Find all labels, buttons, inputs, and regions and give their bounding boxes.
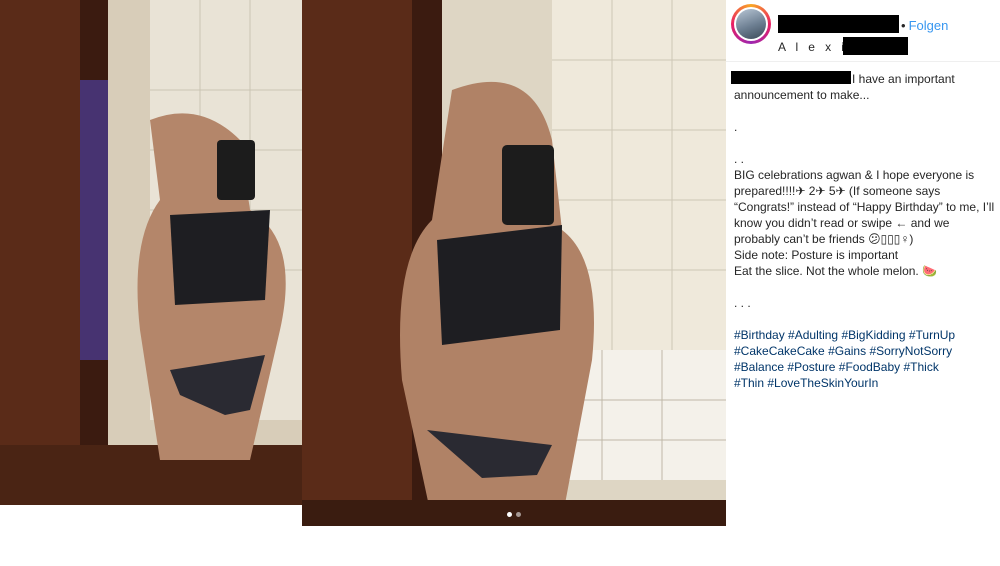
redacted-location bbox=[843, 37, 908, 55]
hashtag-link[interactable]: #Gains bbox=[828, 344, 866, 358]
avatar[interactable] bbox=[731, 4, 771, 44]
follow-label: Folgen bbox=[908, 18, 949, 33]
caption-posture-note: Side note: Posture is important bbox=[734, 248, 899, 262]
caption-dot-1: . bbox=[734, 120, 738, 134]
hashtag-link[interactable]: #BigKidding bbox=[841, 328, 905, 342]
carousel-dots bbox=[507, 512, 521, 517]
caption-dot-2: . . bbox=[734, 152, 745, 166]
hashtag-link[interactable]: #Balance bbox=[734, 360, 784, 374]
post-caption: I have an important announcement to make… bbox=[734, 71, 996, 391]
hashtag-link[interactable]: #Birthday bbox=[734, 328, 785, 342]
hashtag-link[interactable]: #Thick bbox=[904, 360, 939, 374]
caption-dot-3: . . . bbox=[734, 296, 751, 310]
follow-button[interactable]: • Folgen bbox=[901, 18, 948, 33]
avatar-image bbox=[736, 9, 766, 39]
caption-announcement: I have an important announcement to make… bbox=[734, 72, 955, 102]
carousel-dot-active[interactable] bbox=[507, 512, 512, 517]
post-photo-1[interactable] bbox=[0, 0, 302, 526]
caption-birthday-paragraph: BIG celebrations agwan & I hope everyone… bbox=[734, 168, 995, 246]
hashtag-link[interactable]: #SorryNotSorry bbox=[869, 344, 952, 358]
hashtag-link[interactable]: #LoveTheSkinYourIn bbox=[767, 376, 878, 390]
hashtag-link[interactable]: #CakeCakeCake bbox=[734, 344, 825, 358]
post-photo-2[interactable] bbox=[302, 0, 726, 526]
post-side-panel: • Folgen A l e x i s R I have an importan… bbox=[726, 0, 1000, 566]
caption-hashtags: #Birthday #Adulting #BigKidding #TurnUp … bbox=[734, 327, 996, 391]
hashtag-link[interactable]: #Adulting bbox=[788, 328, 838, 342]
hashtag-link[interactable]: #FoodBaby bbox=[839, 360, 900, 374]
carousel-dots bbox=[144, 512, 158, 517]
hashtag-link[interactable]: #Thin bbox=[734, 376, 764, 390]
hashtag-link[interactable]: #TurnUp bbox=[909, 328, 955, 342]
mirror-selfie-photo-2 bbox=[302, 0, 726, 526]
follow-separator: • bbox=[901, 18, 906, 33]
redacted-username bbox=[778, 15, 899, 33]
post-header: • Folgen A l e x i s R bbox=[726, 0, 1000, 62]
carousel-dot-active[interactable] bbox=[153, 512, 158, 517]
mirror-selfie-photo-1 bbox=[0, 0, 302, 526]
hashtag-link[interactable]: #Posture bbox=[787, 360, 835, 374]
avatar-border bbox=[734, 7, 768, 41]
caption-melon-line: Eat the slice. Not the whole melon. 🍉 bbox=[734, 264, 938, 278]
header-divider bbox=[726, 61, 1000, 62]
carousel-dot[interactable] bbox=[144, 512, 149, 517]
carousel-dot[interactable] bbox=[516, 512, 521, 517]
